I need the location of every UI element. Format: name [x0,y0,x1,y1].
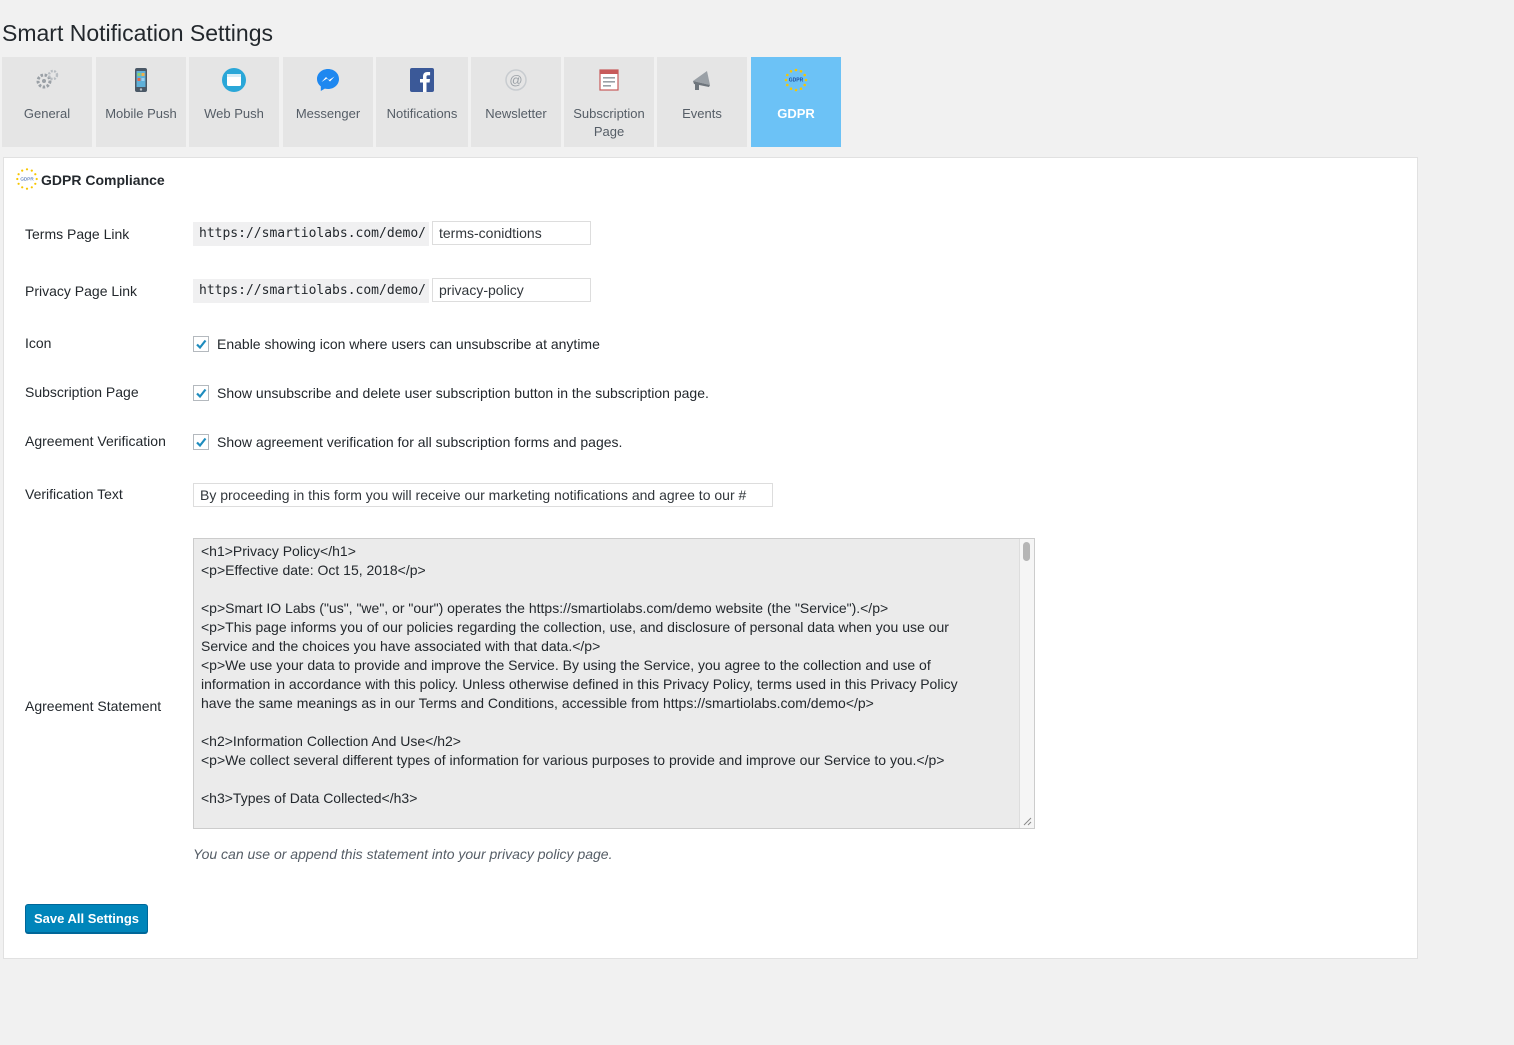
icon-checkbox[interactable] [193,336,209,352]
tab-label: Mobile Push [105,106,177,121]
terms-url-prefix: https://smartiolabs.com/demo/ [193,222,429,246]
textarea-line: <h2>Information Collection And Use</h2> [201,733,461,749]
messenger-icon [317,69,339,91]
icon-label: Icon [25,335,52,351]
textarea-scrollbar[interactable] [1019,539,1034,828]
tab-label: General [23,106,71,121]
checkmark-icon [196,437,207,448]
tab-label: Web Push [204,106,264,121]
textarea-line: <p>This page informs you of our policies… [201,619,949,635]
gdpr-stars-icon: GDPR [784,68,808,92]
textarea-line: information in accordance with this poli… [201,676,958,692]
document-list-icon [599,69,619,91]
subscription-page-checkbox-label: Show unsubscribe and delete user subscri… [217,385,709,401]
mobile-phone-icon [135,68,147,92]
agreement-verification-checkbox[interactable] [193,434,209,450]
scrollbar-thumb[interactable] [1023,542,1030,561]
verification-text-input[interactable] [193,483,773,507]
resize-grip-icon[interactable] [1022,816,1032,826]
textarea-line: <h3>Types of Data Collected</h3> [201,790,418,806]
svg-text:GDPR: GDPR [20,176,34,181]
browser-window-icon [222,68,246,92]
terms-page-input[interactable] [432,221,591,245]
textarea-line [201,770,1006,789]
save-all-settings-button[interactable]: Save All Settings [25,904,148,933]
subscription-page-label: Subscription Page [25,384,139,400]
tab-mobile-push[interactable]: Mobile Push [96,57,186,147]
subscription-page-checkbox[interactable] [193,385,209,401]
icon-checkbox-label: Enable showing icon where users can unsu… [217,336,600,352]
agreement-statement-textarea[interactable]: <h1>Privacy Policy</h1> <p>Effective dat… [193,538,1035,829]
verification-text-label: Verification Text [25,486,123,502]
textarea-line: <p>Smart IO Labs ("us", "we", or "our") … [201,600,889,616]
page-title: Smart Notification Settings [2,20,274,46]
tab-web-push[interactable]: Web Push [189,57,279,147]
textarea-line [201,580,1006,599]
privacy-page-input[interactable] [432,278,591,302]
gears-icon [36,69,59,89]
textarea-line: Service and the choices you have associa… [201,638,601,654]
agreement-statement-label: Agreement Statement [25,698,162,714]
tab-label: Events [682,106,722,121]
textarea-line [201,713,1006,732]
statement-hint: You can use or append this statement int… [193,846,613,862]
gdpr-stars-icon: GDPR [16,168,38,190]
tab-events[interactable]: Events [657,57,747,147]
tab-label: Notifications [386,106,458,121]
tab-label: Newsletter [485,106,547,121]
at-sign-icon: @ [505,69,527,91]
textarea-content: <h1>Privacy Policy</h1> <p>Effective dat… [201,542,1006,808]
tab-label: Subscription Page [573,106,645,139]
tab-subscription-page[interactable]: Subscription Page [564,57,654,147]
facebook-icon [410,68,434,92]
textarea-line: <p>We collect several different types of… [201,752,945,768]
textarea-line: <p>We use your data to provide and impro… [201,657,931,673]
tab-label: Messenger [295,106,361,121]
agreement-verification-checkbox-label: Show agreement verification for all subs… [217,434,623,450]
tab-notifications[interactable]: Notifications [376,57,468,147]
textarea-line: have the same meanings as in our Terms a… [201,695,874,711]
terms-label: Terms Page Link [25,226,130,242]
checkmark-icon [196,339,207,350]
privacy-url-prefix: https://smartiolabs.com/demo/ [193,279,429,303]
megaphone-icon [693,71,710,90]
svg-text:@: @ [509,73,522,88]
textarea-line: <p>Effective date: Oct 15, 2018</p> [201,562,426,578]
svg-text:GDPR: GDPR [789,78,804,84]
tab-messenger[interactable]: Messenger [283,57,373,147]
textarea-line: <h1>Privacy Policy</h1> [201,543,356,559]
tab-label: GDPR [777,106,815,121]
tab-newsletter[interactable]: @ Newsletter [471,57,561,147]
tab-gdpr[interactable]: GDPR GDPR [751,57,841,147]
tab-general[interactable]: General [2,57,92,147]
agreement-verification-label: Agreement Verification [25,433,166,449]
privacy-label: Privacy Page Link [25,283,138,299]
checkmark-icon [196,388,207,399]
section-title: GDPR Compliance [41,172,165,188]
